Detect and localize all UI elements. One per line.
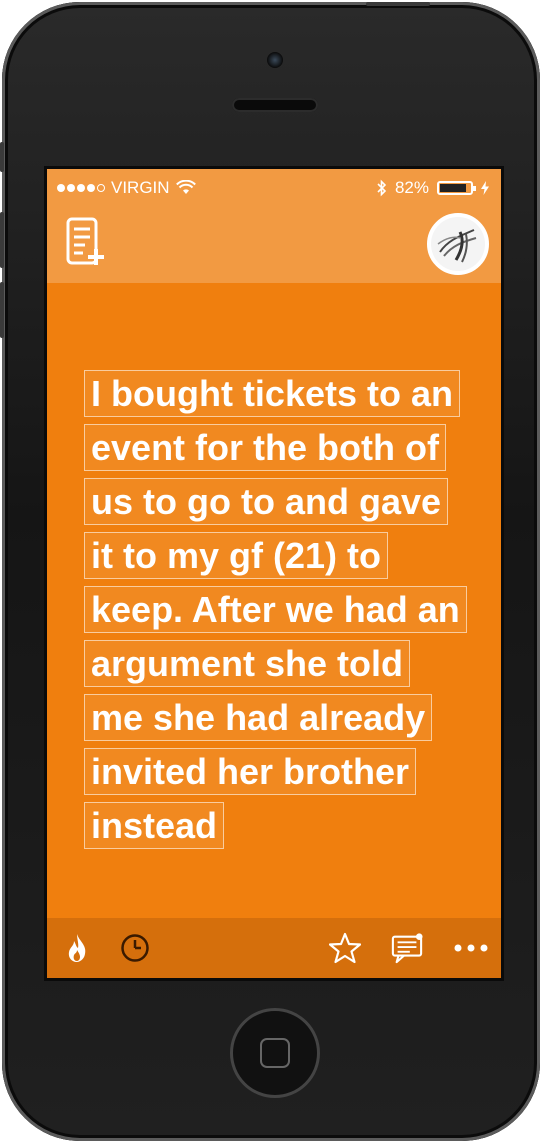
recent-tab-button[interactable] bbox=[119, 932, 151, 964]
status-left: VIRGIN bbox=[57, 178, 196, 198]
avatar-image bbox=[431, 217, 485, 271]
compose-note-icon bbox=[66, 217, 104, 265]
charging-bolt-icon bbox=[481, 181, 489, 195]
home-square-icon bbox=[260, 1038, 290, 1068]
earpiece-speaker bbox=[232, 98, 318, 112]
mute-switch bbox=[0, 142, 4, 172]
hot-tab-button[interactable] bbox=[61, 932, 93, 964]
wifi-icon bbox=[175, 180, 196, 194]
status-bar: VIRGIN 82% bbox=[47, 169, 501, 207]
volume-down-button bbox=[0, 282, 4, 338]
profile-avatar[interactable] bbox=[427, 213, 489, 275]
volume-up-button bbox=[0, 212, 4, 268]
home-button[interactable] bbox=[230, 1008, 320, 1098]
bluetooth-icon bbox=[377, 179, 387, 197]
carrier-label: VIRGIN bbox=[111, 178, 170, 197]
status-right: 82% bbox=[377, 178, 489, 198]
post-card[interactable]: I bought tickets to an event for the bot… bbox=[47, 283, 501, 921]
battery-percent: 82% bbox=[394, 178, 429, 197]
signal-strength-icon bbox=[57, 184, 105, 192]
phone-frame: VIRGIN 82% I bought tickets to an event … bbox=[0, 2, 540, 1141]
post-text-content: I bought tickets to an event for the bot… bbox=[84, 370, 467, 849]
more-options-button[interactable] bbox=[451, 932, 491, 964]
more-icon bbox=[454, 944, 488, 952]
front-camera bbox=[267, 52, 283, 68]
top-nav-bar bbox=[47, 207, 501, 283]
bottom-toolbar bbox=[47, 918, 501, 978]
comments-button[interactable] bbox=[391, 932, 423, 964]
compose-button[interactable] bbox=[65, 215, 105, 271]
comments-icon bbox=[391, 933, 423, 964]
screen: VIRGIN 82% I bought tickets to an event … bbox=[44, 166, 504, 981]
flame-icon bbox=[68, 934, 86, 962]
favorite-button[interactable] bbox=[329, 932, 361, 964]
post-text: I bought tickets to an event for the bot… bbox=[84, 367, 467, 853]
clock-icon bbox=[121, 934, 149, 962]
star-icon bbox=[329, 932, 361, 964]
battery-icon bbox=[437, 181, 476, 195]
power-button bbox=[366, 2, 430, 6]
battery-fill bbox=[440, 184, 467, 192]
